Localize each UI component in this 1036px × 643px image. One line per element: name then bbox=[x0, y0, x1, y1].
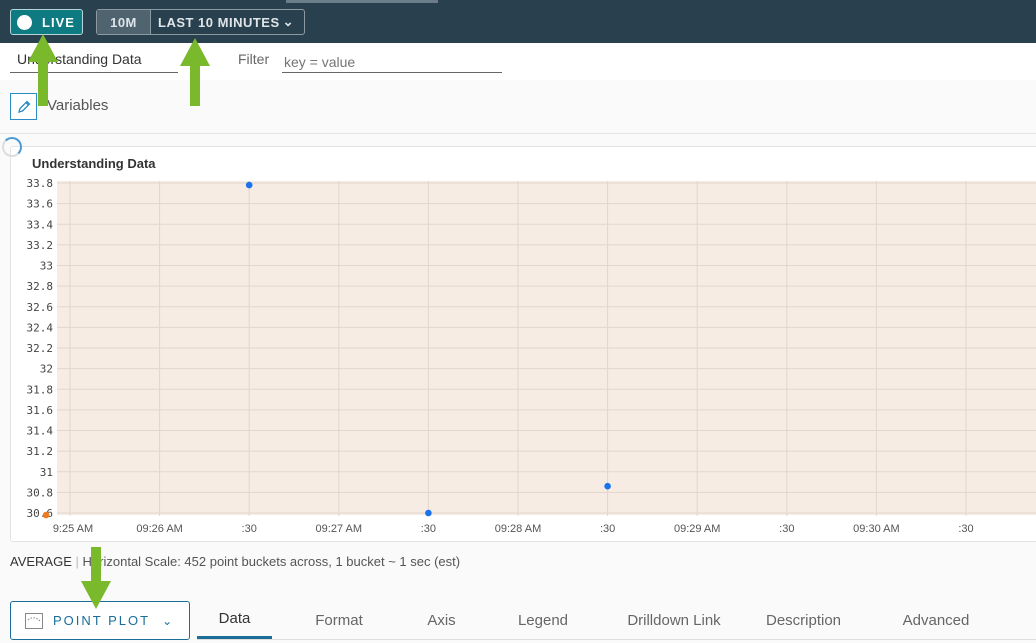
y-tick-label: 31.6 bbox=[27, 404, 54, 417]
y-tick-label: 32.4 bbox=[27, 321, 54, 334]
y-tick-label: 33.6 bbox=[27, 198, 54, 211]
tab-data[interactable]: Data bbox=[197, 601, 272, 639]
y-tick-label: 33.4 bbox=[27, 218, 54, 231]
y-tick-label: 33 bbox=[40, 260, 53, 273]
annotation-arrow-up-icon bbox=[28, 34, 58, 106]
chart-type-label: POINT PLOT bbox=[53, 613, 151, 628]
annotation-arrow-up-icon bbox=[180, 38, 210, 106]
point-plot-icon bbox=[25, 612, 43, 629]
tab-drilldown-link[interactable]: Drilldown Link bbox=[609, 601, 739, 639]
tab-format[interactable]: Format bbox=[272, 601, 406, 639]
y-tick-label: 30.6 bbox=[27, 507, 54, 520]
y-tick-label: 32 bbox=[40, 363, 53, 376]
annotation-arrow-down-icon bbox=[81, 547, 111, 609]
data-point bbox=[245, 181, 253, 189]
y-tick-label: 32.2 bbox=[27, 342, 54, 355]
x-tick-label: 9:25 AM bbox=[53, 523, 93, 535]
y-tick-label: 33.8 bbox=[27, 177, 54, 190]
y-tick-label: 31.2 bbox=[27, 445, 54, 458]
x-tick-label: :30 bbox=[958, 523, 973, 535]
x-tick-label: 09:29 AM bbox=[674, 523, 720, 535]
chart-info: AVERAGE | Horizontal Scale: 452 point bu… bbox=[10, 554, 461, 569]
tab-advanced[interactable]: Advanced bbox=[868, 601, 1004, 639]
tab-axis[interactable]: Axis bbox=[406, 601, 477, 639]
x-tick-label: 09:28 AM bbox=[495, 523, 541, 535]
y-tick-label: 31.8 bbox=[27, 383, 54, 396]
chevron-down-icon: ⌄ bbox=[162, 613, 175, 628]
aggregation-label: AVERAGE bbox=[10, 554, 72, 569]
y-tick-label: 31 bbox=[40, 466, 53, 479]
x-tick-label: :30 bbox=[600, 523, 615, 535]
editor-tabs: Data Format Axis Legend Drilldown Link Descri… bbox=[197, 601, 1036, 640]
y-tick-label: 31.4 bbox=[27, 425, 54, 438]
y-tick-label: 32.8 bbox=[27, 280, 54, 293]
scale-text: Horizontal Scale: 452 point buckets acro… bbox=[82, 554, 461, 569]
x-tick-label: 09:27 AM bbox=[316, 523, 362, 535]
tab-legend[interactable]: Legend bbox=[477, 601, 609, 639]
y-tick-label: 33.2 bbox=[27, 239, 54, 252]
tab-description[interactable]: Description bbox=[739, 601, 868, 639]
x-tick-label: :30 bbox=[242, 523, 257, 535]
x-tick-label: :30 bbox=[421, 523, 436, 535]
x-tick-label: :30 bbox=[779, 523, 794, 535]
data-point bbox=[604, 482, 611, 490]
data-point bbox=[42, 511, 50, 519]
x-tick-label: 09:26 AM bbox=[136, 523, 182, 535]
x-tick-label: 09:30 AM bbox=[853, 523, 899, 535]
data-point bbox=[425, 509, 432, 517]
y-tick-label: 32.6 bbox=[27, 301, 54, 314]
y-tick-label: 30.8 bbox=[27, 486, 54, 499]
scatter-chart: 33.8 33.6 33.4 33.2 33 32.8 32.6 32.4 32.2 32 31.8… bbox=[27, 177, 1036, 535]
